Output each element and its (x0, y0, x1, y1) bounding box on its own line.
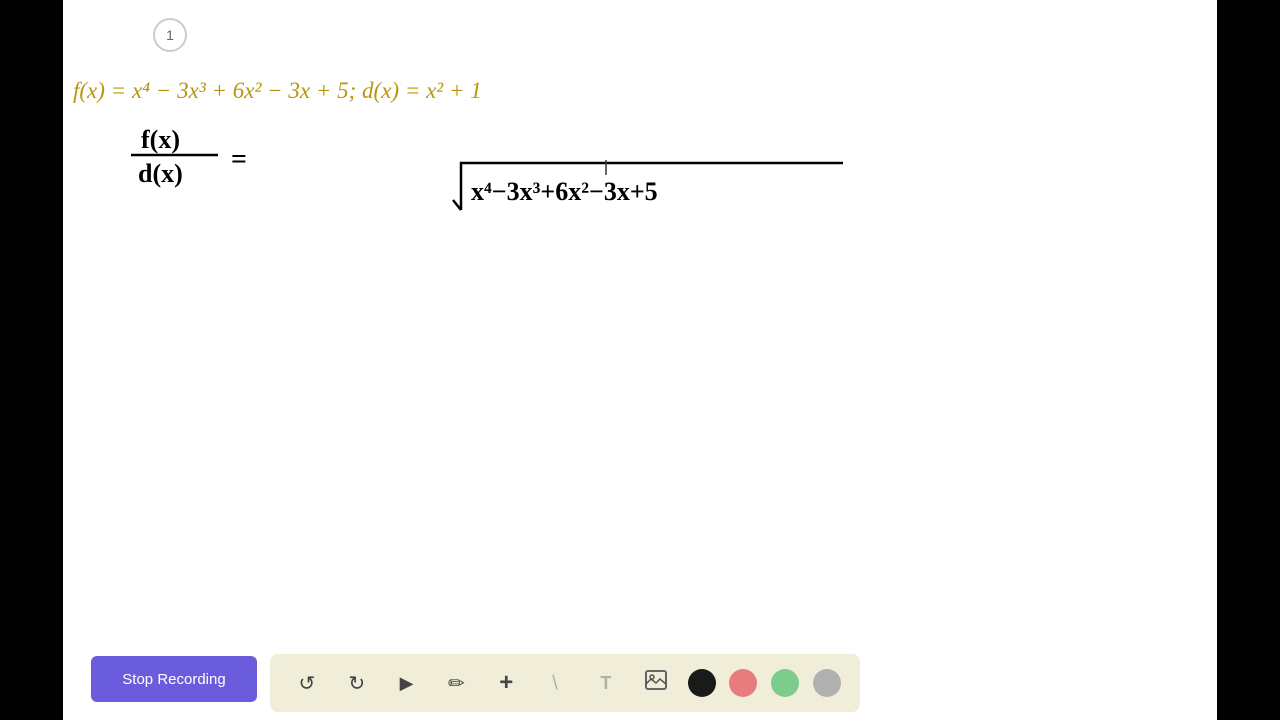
image-button[interactable] (638, 665, 674, 701)
undo-icon: ↺ (299, 671, 316, 696)
handwriting-canvas: f(x) = x⁴ − 3x³ + 6x² − 3x + 5; d(x) = x… (63, 0, 1217, 620)
color-green[interactable] (771, 669, 799, 697)
right-bar (1217, 0, 1280, 720)
color-black[interactable] (688, 669, 716, 697)
toolbar: ↺ ↻ ▶ ✏ + / T (270, 654, 860, 712)
color-gray[interactable] (813, 669, 841, 697)
image-icon (645, 669, 667, 697)
color-pink[interactable] (729, 669, 757, 697)
svg-text:f(x): f(x) (141, 125, 180, 154)
plus-icon: + (499, 669, 513, 697)
cursor-icon: ▶ (400, 673, 414, 694)
select-tool-button[interactable]: ▶ (389, 665, 425, 701)
line-tool-button[interactable]: / (538, 665, 574, 701)
canvas-area[interactable]: 1 f(x) = x⁴ − 3x³ + 6x² − 3x + 5; d(x) =… (63, 0, 1217, 720)
undo-button[interactable]: ↺ (289, 665, 325, 701)
svg-text:f(x) = x⁴ − 3x³ + 6x² − 3x + 5: f(x) = x⁴ − 3x³ + 6x² − 3x + 5; d(x) = x… (73, 78, 482, 103)
text-tool-button[interactable]: T (588, 665, 624, 701)
add-button[interactable]: + (488, 665, 524, 701)
text-icon: T (600, 673, 611, 694)
page-indicator: 1 (153, 18, 187, 52)
svg-text:d(x): d(x) (138, 159, 183, 188)
svg-text:=: = (231, 144, 247, 175)
pen-tool-button[interactable]: ✏ (438, 665, 474, 701)
redo-icon: ↻ (348, 671, 365, 696)
pen-icon: ✏ (448, 671, 465, 696)
line-icon: / (548, 672, 564, 695)
page-number: 1 (166, 27, 174, 43)
svg-text:x⁴−3x³+6x²−3x+5: x⁴−3x³+6x²−3x+5 (471, 177, 658, 206)
stop-recording-button[interactable]: Stop Recording (91, 656, 257, 702)
left-bar (0, 0, 63, 720)
redo-button[interactable]: ↻ (339, 665, 375, 701)
